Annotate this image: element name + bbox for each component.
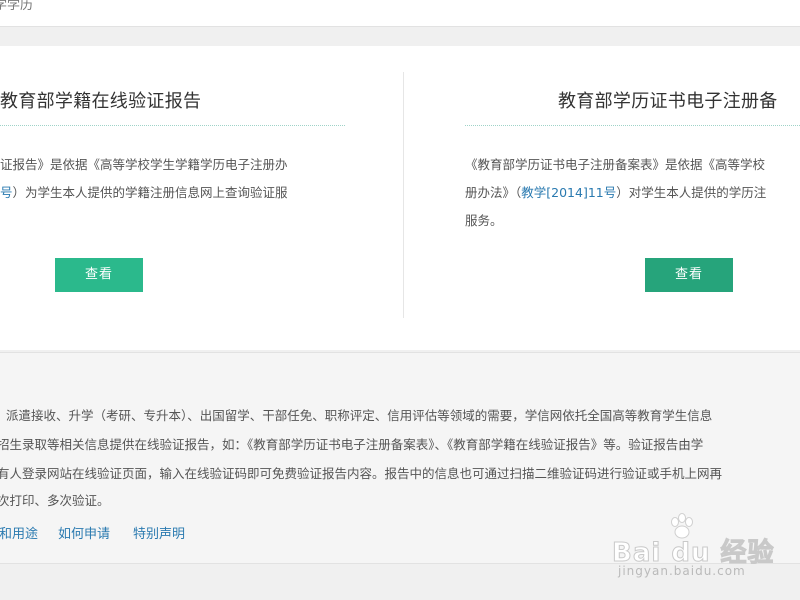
nav-breadcrumb[interactable]: 学学历 <box>0 0 33 13</box>
baidu-jingyan-watermark: Bai du 经验 jingyan.baidu.com <box>612 512 774 582</box>
regulation-link[interactable]: 号 <box>0 185 13 200</box>
info-paragraph-line: 有人登录网站在线验证页面，输入在线验证码即可免费验证报告内容。报告中的信息也可通… <box>0 466 723 481</box>
desc-line: 服务。 <box>465 213 503 228</box>
link-special-statement[interactable]: 特别声明 <box>133 523 185 542</box>
regulation-link[interactable]: 教学[2014]11号 <box>521 185 616 200</box>
link-how-to-apply[interactable]: 如何申请 <box>58 523 110 542</box>
desc-line: 册办法》（教学[2014]11号）对学生本人提供的学历注 <box>465 179 766 207</box>
info-paragraph-line: 招生录取等相关信息提供在线验证报告，如：《教育部学历证书电子注册备案表》、《教育… <box>0 437 704 452</box>
card-title-enrollment-report: 教育部学籍在线验证报告 <box>0 91 202 112</box>
info-paragraph-line: 派遣接收、升学（考研、专升本）、出国留学、干部任免、职称评定、信用评估等领域的需… <box>6 408 713 423</box>
card-title-underline <box>0 125 345 126</box>
card-title-diploma-registration: 教育部学历证书电子注册备 <box>558 91 778 112</box>
desc-text: ）对学生本人提供的学历注 <box>616 185 767 200</box>
desc-text: ）为学生本人提供的学籍注册信息网上查询验证服 <box>12 185 288 200</box>
link-purpose[interactable]: 和用途 <box>0 523 38 542</box>
card-divider <box>403 72 404 318</box>
view-enrollment-report-button[interactable]: 查看 <box>55 258 143 292</box>
desc-line: 号）为学生本人提供的学籍注册信息网上查询验证服 <box>0 179 288 207</box>
watermark-url: jingyan.baidu.com <box>618 564 746 578</box>
desc-text: 册办法》（ <box>465 185 522 200</box>
card-description-diploma: 《教育部学历证书电子注册备案表》是依据《高等学校 册办法》（教学[2014]11… <box>465 151 766 235</box>
card-title-underline <box>465 125 800 126</box>
view-diploma-registration-button[interactable]: 查看 <box>645 258 733 292</box>
desc-line: 证报告》是依据《高等学校学生学籍学历电子注册办 <box>0 157 288 172</box>
desc-line: 《教育部学历证书电子注册备案表》是依据《高等学校 <box>465 157 766 172</box>
info-paragraph-line: 次打印、多次验证。 <box>0 493 110 508</box>
card-description-enrollment: 证报告》是依据《高等学校学生学籍学历电子注册办 号）为学生本人提供的学籍注册信息… <box>0 151 288 207</box>
top-nav-bar: 学学历 <box>0 0 800 27</box>
